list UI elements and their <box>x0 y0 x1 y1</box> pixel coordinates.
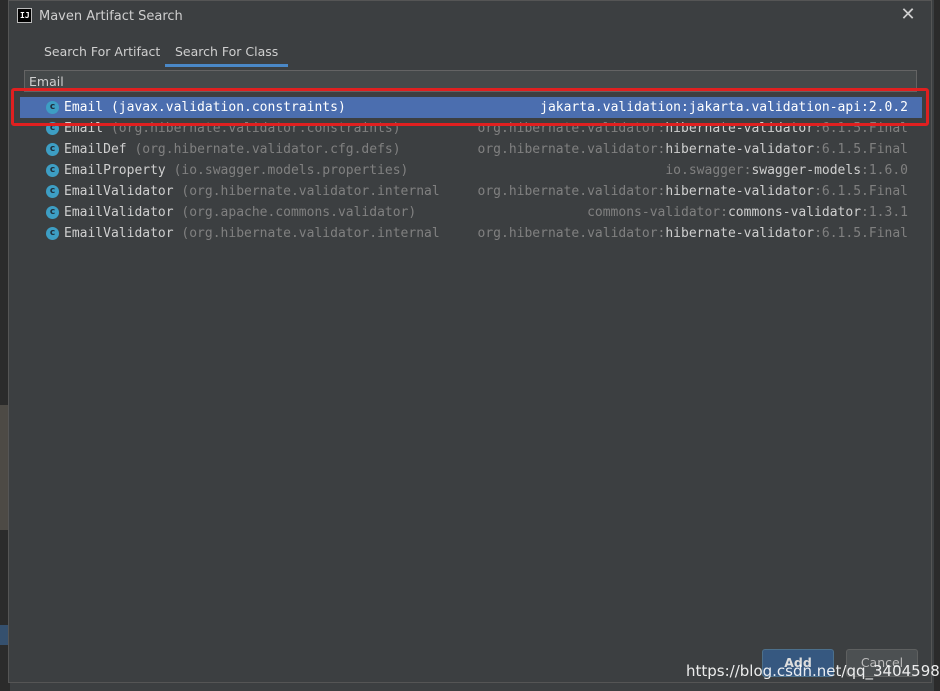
result-version: :6.1.5.Final <box>814 184 908 199</box>
intellij-logo-icon: IJ <box>17 8 32 23</box>
result-package: (org.apache.commons.validator) <box>181 205 417 220</box>
result-coordinates: jakarta.validation:jakarta.validation-ap… <box>530 97 908 118</box>
result-row[interactable]: c EmailValidator (org.hibernate.validato… <box>20 181 922 202</box>
result-artifact-id: commons-validator <box>727 205 862 220</box>
result-artifact-id: jakarta.validation-api <box>688 100 862 115</box>
class-icon: c <box>46 122 59 135</box>
result-package: (io.swagger.models.properties) <box>173 163 409 178</box>
results-list: c Email (javax.validation.constraints) j… <box>20 97 922 244</box>
result-class-name: Email (javax.validation.constraints) <box>64 100 346 115</box>
result-coordinates: org.hibernate.validator:hibernate-valida… <box>467 139 908 160</box>
result-version: :6.1.5.Final <box>814 142 908 157</box>
watermark-text: https://blog.csdn.net/qq_34045989 <box>686 662 940 680</box>
result-group-id: io.swagger: <box>665 163 752 178</box>
result-package: (org.hibernate.validator.internal <box>181 184 440 199</box>
result-coordinates: io.swagger:swagger-models:1.6.0 <box>655 160 908 181</box>
result-group-id: jakarta.validation: <box>540 100 689 115</box>
result-version: :6.1.5.Final <box>814 226 908 241</box>
result-artifact-id: swagger-models <box>751 163 862 178</box>
result-row[interactable]: c EmailDef (org.hibernate.validator.cfg.… <box>20 139 922 160</box>
result-group-id: org.hibernate.validator: <box>477 121 666 136</box>
result-artifact-id: hibernate-validator <box>665 184 815 199</box>
class-icon: c <box>46 206 59 219</box>
result-coordinates: org.hibernate.validator:hibernate-valida… <box>467 223 908 244</box>
result-class-name: EmailProperty (io.swagger.models.propert… <box>64 163 409 178</box>
result-class-name: EmailValidator (org.hibernate.validator.… <box>64 226 440 241</box>
result-group-id: org.hibernate.validator: <box>477 142 666 157</box>
result-version: :1.6.0 <box>861 163 908 178</box>
result-group-id: org.hibernate.validator: <box>477 226 666 241</box>
result-class-name: Email (org.hibernate.validator.constrain… <box>64 121 401 136</box>
close-icon[interactable]: ✕ <box>899 6 917 24</box>
title-bar[interactable]: IJ Maven Artifact Search ✕ <box>9 1 931 33</box>
result-coordinates: org.hibernate.validator:hibernate-valida… <box>467 118 908 139</box>
result-coordinates: org.hibernate.validator:hibernate-valida… <box>467 181 908 202</box>
result-class-name: EmailValidator (org.hibernate.validator.… <box>64 184 440 199</box>
result-package: (org.hibernate.validator.internal <box>181 226 440 241</box>
result-row[interactable]: c EmailValidator (org.hibernate.validato… <box>20 223 922 244</box>
result-package: (javax.validation.constraints) <box>110 100 346 115</box>
result-group-id: org.hibernate.validator: <box>477 184 666 199</box>
result-artifact-id: hibernate-validator <box>665 226 815 241</box>
result-class-name: EmailValidator (org.apache.commons.valid… <box>64 205 417 220</box>
result-version: :2.0.2 <box>861 100 908 115</box>
class-icon: c <box>46 164 59 177</box>
background-ide-strip <box>934 0 940 691</box>
result-version: :1.3.1 <box>861 205 908 220</box>
search-input[interactable] <box>24 70 917 92</box>
result-package: (org.hibernate.validator.cfg.defs) <box>134 142 401 157</box>
class-icon: c <box>46 143 59 156</box>
result-group-id: commons-validator: <box>587 205 728 220</box>
class-icon: c <box>46 185 59 198</box>
class-icon: c <box>46 101 59 114</box>
result-row[interactable]: c EmailValidator (org.apache.commons.val… <box>20 202 922 223</box>
result-artifact-id: hibernate-validator <box>665 121 815 136</box>
maven-artifact-search-dialog: IJ Maven Artifact Search ✕ Search For Ar… <box>8 0 932 683</box>
tab-search-for-artifact[interactable]: Search For Artifact <box>34 41 170 67</box>
tab-search-for-class[interactable]: Search For Class <box>165 41 289 67</box>
result-coordinates: commons-validator:commons-validator:1.3.… <box>577 202 908 223</box>
result-version: :6.1.5.Final <box>814 121 908 136</box>
class-icon: c <box>46 227 59 240</box>
result-class-name: EmailDef (org.hibernate.validator.cfg.de… <box>64 142 401 157</box>
window-title: Maven Artifact Search <box>39 9 183 24</box>
result-row[interactable]: c Email (javax.validation.constraints) j… <box>20 97 922 118</box>
result-row[interactable]: c EmailProperty (io.swagger.models.prope… <box>20 160 922 181</box>
result-artifact-id: hibernate-validator <box>665 142 815 157</box>
result-package: (org.hibernate.validator.constraints) <box>110 121 401 136</box>
result-row[interactable]: c Email (org.hibernate.validator.constra… <box>20 118 922 139</box>
